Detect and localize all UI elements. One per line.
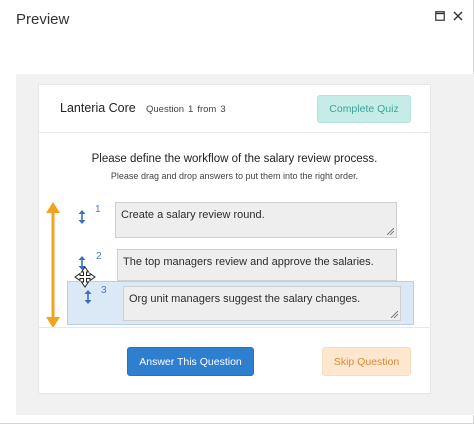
- answer-number: 3: [101, 285, 107, 296]
- move-cursor-icon: [74, 266, 96, 288]
- answer-question-button[interactable]: Answer This Question: [127, 347, 254, 376]
- complete-quiz-button[interactable]: Complete Quiz: [317, 95, 411, 123]
- vertical-double-arrow-icon: [46, 202, 60, 328]
- updown-arrow-icon[interactable]: [77, 210, 87, 224]
- answer-text: Create a salary review round.: [121, 209, 265, 221]
- resize-grip-icon[interactable]: [387, 228, 394, 235]
- question-current: 1: [188, 104, 194, 115]
- question-total: 3: [220, 104, 226, 115]
- preview-window: Preview Lanteria Core Question 1 from 3 …: [0, 0, 474, 424]
- window-title: Preview: [16, 11, 70, 28]
- quiz-header: Lanteria Core Question 1 from 3 Complete…: [39, 85, 430, 133]
- skip-question-button[interactable]: Skip Question: [322, 347, 411, 376]
- footer-divider: [38, 327, 431, 328]
- updown-arrow-icon[interactable]: [83, 290, 93, 304]
- question-label: Question: [146, 104, 185, 115]
- question-hint: Please drag and drop answers to put them…: [110, 171, 359, 181]
- answer-number: 2: [96, 251, 102, 262]
- answer-text: The top managers review and approve the …: [123, 256, 374, 268]
- answer-textbox[interactable]: Create a salary review round.: [115, 202, 397, 238]
- question-from: from: [197, 104, 217, 115]
- question-text: Please define the workflow of the salary…: [91, 153, 378, 165]
- answer-number: 1: [95, 204, 101, 215]
- quiz-brand: Lanteria Core: [60, 101, 136, 115]
- answer-text: Org unit managers suggest the salary cha…: [129, 293, 361, 305]
- answer-textbox[interactable]: The top managers review and approve the …: [117, 249, 397, 281]
- resize-grip-icon[interactable]: [391, 311, 398, 318]
- answer-textbox[interactable]: Org unit managers suggest the salary cha…: [123, 286, 401, 321]
- question-counter: Question 1 from 3: [146, 104, 226, 115]
- close-icon[interactable]: [451, 9, 465, 23]
- maximize-icon[interactable]: [433, 9, 447, 23]
- window-controls: [433, 9, 465, 23]
